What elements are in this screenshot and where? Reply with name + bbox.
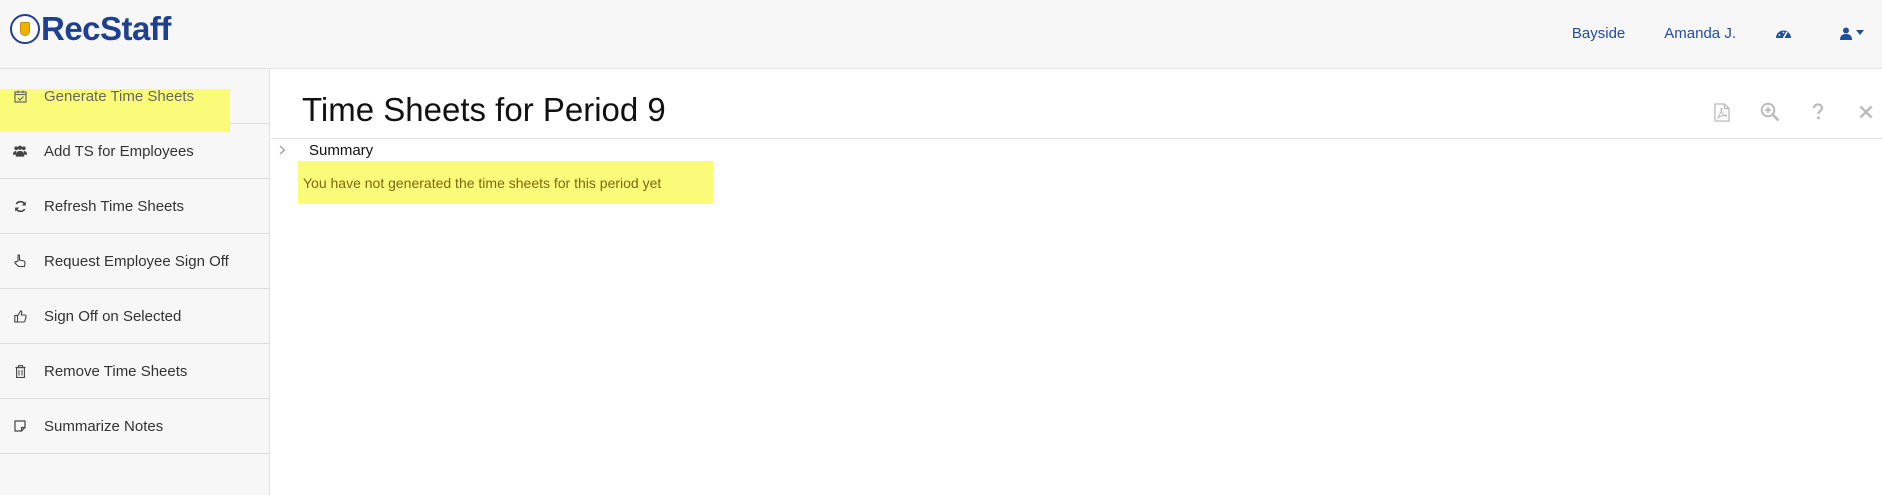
hand-pointer-icon: [13, 254, 27, 268]
top-nav: Bayside Amanda J.: [1572, 0, 1882, 66]
trash-icon: [13, 364, 27, 378]
sidebar-item-label: Refresh Time Sheets: [44, 197, 185, 215]
sticky-note-icon: [13, 419, 27, 433]
chevron-right-icon: [279, 144, 293, 158]
sidebar-item-label: Summarize Notes: [44, 417, 164, 435]
sidebar-item-label: Add TS for Employees: [44, 142, 194, 160]
logo-text: RecStaff: [41, 10, 171, 47]
logo[interactable]: RecStaff: [10, 10, 171, 48]
sidebar-item-label: Generate Time Sheets: [44, 87, 195, 105]
sidebar-item-label: Sign Off on Selected: [44, 307, 182, 325]
dashboard-gauge-icon[interactable]: [1775, 27, 1792, 39]
summary-toggle[interactable]: Summary: [279, 142, 373, 159]
summary-label: Summary: [309, 142, 374, 159]
sidebar-item-refresh-time-sheets[interactable]: Refresh Time Sheets: [0, 179, 270, 234]
sidebar-item-request-employee-sign-off[interactable]: Request Employee Sign Off: [0, 234, 270, 289]
sidebar-item-add-ts-for-employees[interactable]: Add TS for Employees: [0, 124, 270, 179]
sidebar-item-label: Remove Time Sheets: [44, 362, 188, 380]
title-divider: [271, 138, 1882, 139]
thumbs-up-icon: [13, 309, 27, 323]
sidebar-item-generate-time-sheets[interactable]: Generate Time Sheets: [0, 69, 270, 132]
sidebar-item-summarize-notes[interactable]: Summarize Notes: [0, 399, 270, 454]
zoom-in-icon[interactable]: [1760, 102, 1780, 122]
sidebar-item-sign-off-on-selected[interactable]: Sign Off on Selected: [0, 289, 270, 344]
user-name-link[interactable]: Amanda J.: [1664, 25, 1736, 42]
page-title: Time Sheets for Period 9: [302, 91, 666, 128]
pdf-icon[interactable]: [1712, 102, 1732, 122]
close-icon[interactable]: [1856, 102, 1876, 122]
user-menu-button[interactable]: [1840, 27, 1864, 40]
main-content: Time Sheets for Period 9 Summary You hav…: [271, 69, 1882, 495]
toolbar: [1684, 102, 1876, 122]
users-icon: [13, 144, 27, 158]
location-link[interactable]: Bayside: [1572, 25, 1625, 42]
caret-down-icon: [1856, 30, 1864, 35]
sidebar-item-remove-time-sheets[interactable]: Remove Time Sheets: [0, 344, 270, 399]
calendar-check-icon: [13, 89, 27, 103]
sidebar-item-label: Request Employee Sign Off: [44, 252, 229, 270]
logo-mark-icon: [10, 14, 40, 44]
refresh-icon: [13, 199, 27, 213]
status-notice: You have not generated the time sheets f…: [298, 161, 713, 204]
help-icon[interactable]: [1808, 102, 1828, 122]
sidebar: Generate Time Sheets Add TS for Employee…: [0, 69, 270, 495]
user-icon: [1840, 27, 1852, 40]
top-bar: RecStaff Bayside Amanda J.: [0, 0, 1882, 69]
